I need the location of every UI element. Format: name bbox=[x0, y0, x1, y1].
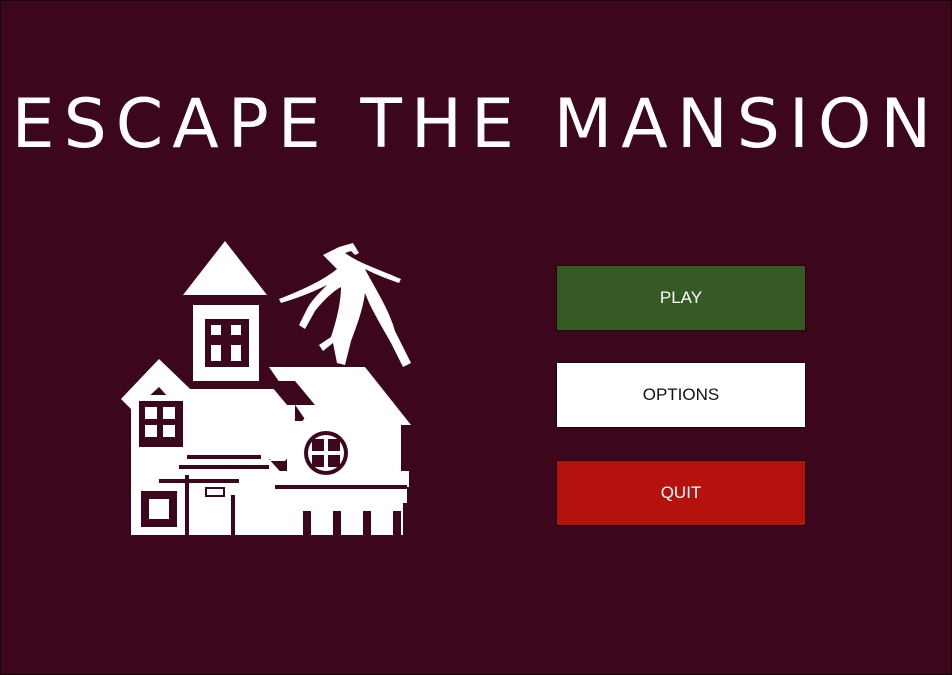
quit-button[interactable]: QUIT bbox=[556, 460, 806, 526]
game-title: ESCAPE THE MANSION bbox=[11, 85, 941, 164]
haunted-mansion-icon bbox=[119, 239, 419, 539]
main-menu-screen: ESCAPE THE MANSION PLAY OPTIONS QUIT bbox=[0, 0, 952, 675]
options-button[interactable]: OPTIONS bbox=[556, 362, 806, 428]
play-button[interactable]: PLAY bbox=[556, 265, 806, 331]
